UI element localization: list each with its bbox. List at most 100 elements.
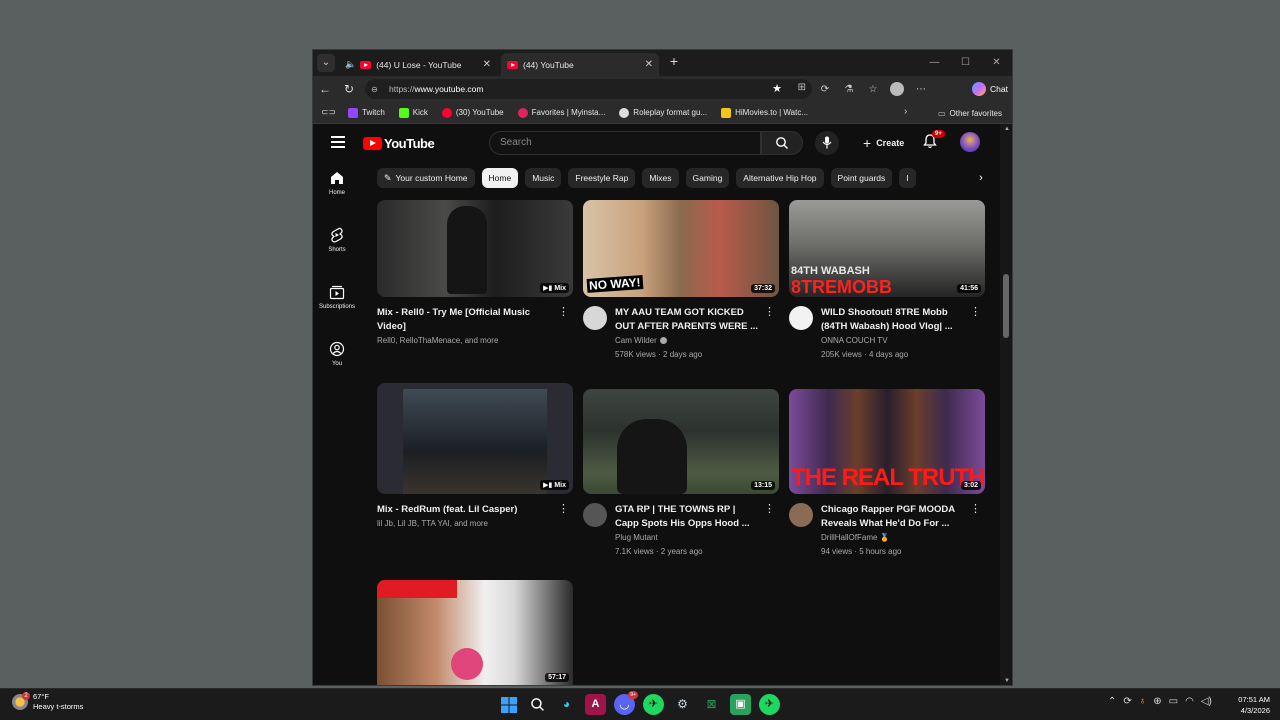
channel-avatar[interactable] [789,503,813,527]
notifications-button[interactable]: 9+ [923,130,945,150]
search-button[interactable] [761,131,803,155]
scroll-down-icon[interactable]: ▼ [1004,678,1010,684]
youtube-logo[interactable]: YouTube [363,136,435,151]
bookmark-twitch[interactable]: Twitch [348,107,385,118]
chip-music[interactable]: Music [525,168,562,188]
more-actions-icon[interactable]: ⋮ [764,503,775,515]
gamepad-icon[interactable]: ⊂⊃ [321,107,336,118]
new-tab-button[interactable]: + [665,53,683,69]
edge-icon[interactable]: ◕ [556,694,577,715]
video-channels[interactable]: Rell0, RelloThaMenace, and more [377,334,573,348]
more-actions-icon[interactable]: ⋮ [764,306,775,318]
bookmark-roleplay[interactable]: Roleplay format gu... [619,107,707,118]
copilot-chat-button[interactable]: Chat [972,80,1008,98]
site-info-icon[interactable]: ⊖ [371,85,383,94]
maximize-button[interactable]: ☐ [950,50,981,76]
refresh-button[interactable]: ↻ [337,82,361,96]
search-input[interactable]: Search [489,131,761,155]
video-title[interactable]: GTA RP | THE TOWNS RP | Capp Spots His O… [583,503,779,531]
video-thumbnail[interactable]: ▶▮ Mix [377,200,573,297]
sidebar-item-you[interactable]: You [313,341,361,390]
sync-icon[interactable]: ⟳ [1123,696,1131,707]
minimize-button[interactable]: — [919,50,950,76]
channel-avatar[interactable] [583,306,607,330]
video-thumbnail[interactable]: NO WAY! 37:32 [583,200,779,297]
display-icon[interactable]: ▭ [1169,696,1178,707]
adobe-icon[interactable]: A [585,694,606,715]
chip-mixes[interactable]: Mixes [642,168,679,188]
profile-icon[interactable] [890,82,904,96]
steam-icon[interactable]: ⚙ [672,694,693,715]
taskbar-search-button[interactable] [527,694,548,715]
discord-icon[interactable]: ◡ 9+ [614,691,638,715]
channel-avatar[interactable] [789,306,813,330]
more-actions-icon[interactable]: ⋮ [558,306,569,318]
channel-name[interactable]: Cam Wilder [583,334,779,348]
more-menu-icon[interactable]: ⋯ [909,84,933,95]
sidebar-item-shorts[interactable]: Shorts [313,227,361,276]
video-title[interactable]: MY AAU TEAM GOT KICKED OUT AFTER PARENTS… [583,306,779,334]
video-card[interactable]: 84TH WABASH 8TREMOBB 41:56 WILD Shootout!… [789,200,985,362]
more-actions-icon[interactable]: ⋮ [558,503,569,515]
url-field[interactable]: ⊖ https://www.youtube.com ⊞ ★ [365,79,812,99]
chip-alternative-hip-hop[interactable]: Alternative Hip Hop [736,168,824,188]
chip-your-custom-home[interactable]: ✎ Your custom Home [377,168,475,188]
app-available-icon[interactable]: ⊞ [798,82,806,93]
video-card[interactable]: THE REAL TRUTH 3:02 Chicago Rapper PGF M… [789,389,985,559]
bookmark-himovies[interactable]: HiMovies.to | Watc... [721,107,808,118]
weather-widget[interactable]: 2 67°F Heavy t-storms [12,692,83,712]
favorite-star-icon[interactable]: ★ [772,82,782,95]
video-thumbnail[interactable]: 13:15 [583,389,779,494]
vpn-icon[interactable]: ⊕ [1153,696,1161,707]
video-thumbnail[interactable]: THE REAL TRUTH 3:02 [789,389,985,494]
voice-search-button[interactable] [815,131,839,155]
channel-name[interactable]: Plug Mutant [583,531,779,545]
android-app-icon[interactable]: ▣ [730,694,751,715]
video-title[interactable]: WILD Shootout! 8TRE Mobb (84TH Wabash) H… [789,306,985,334]
sidebar-item-subscriptions[interactable]: Subscriptions [313,284,361,333]
xbox-icon[interactable]: ⊠ [701,694,722,715]
tab-actions-menu[interactable]: ⌄ [317,54,335,72]
bookmark-favorites[interactable]: Favorites | Myinsta... [517,107,605,118]
video-thumbnail[interactable]: 84TH WABASH 8TREMOBB 41:56 [789,200,985,297]
video-card[interactable]: NO WAY! 37:32 MY AAU TEAM GOT KICKED OUT… [583,200,779,362]
refresh-extension-icon[interactable]: ⟳ [813,84,837,95]
close-window-button[interactable]: ✕ [981,50,1012,76]
more-bookmarks-chevron-icon[interactable]: › [904,106,907,117]
start-button[interactable] [498,694,519,715]
close-tab-icon[interactable]: ✕ [483,59,491,70]
spotify-like-icon[interactable]: ✈ [759,694,780,715]
chip-gaming[interactable]: Gaming [685,168,730,188]
sidebar-item-home[interactable]: Home [313,170,361,219]
more-actions-icon[interactable]: ⋮ [970,306,981,318]
close-tab-icon[interactable]: ✕ [645,59,653,70]
favorites-icon[interactable]: ☆ [861,84,885,95]
tray-overflow-icon[interactable]: ⌃ [1108,696,1116,707]
chip-home[interactable]: Home [481,168,519,188]
create-button[interactable]: + Create [853,131,914,155]
channel-name[interactable]: ONNA COUCH TV [789,334,985,348]
menu-icon[interactable] [331,136,345,148]
wifi-icon[interactable]: ◠ [1185,696,1194,707]
channel-avatar[interactable] [583,503,607,527]
volume-icon[interactable]: ◁) [1201,696,1212,707]
video-title[interactable]: Mix - RedRum (feat. Lil Casper) [377,503,573,517]
video-card[interactable]: 13:15 GTA RP | THE TOWNS RP | Capp Spots… [583,389,779,559]
scrollbar-thumb[interactable] [1003,274,1009,338]
chip-point-guards[interactable]: Point guards [830,168,893,188]
scroll-up-icon[interactable]: ▲ [1004,126,1010,132]
tab-youtube[interactable]: (44) YouTube ✕ [501,53,659,76]
more-actions-icon[interactable]: ⋮ [970,503,981,515]
video-thumbnail[interactable]: ▶▮ Mix [377,383,573,494]
video-thumbnail[interactable]: 57:17 [377,580,573,685]
speaker-icon[interactable]: 🔈 [345,59,356,70]
green-app-icon[interactable]: ✈ [643,694,664,715]
chip-next-partial[interactable]: I [899,168,916,188]
video-card[interactable]: 57:17 [377,580,573,685]
tab-u-lose[interactable]: 🔈 (44) U Lose - YouTube ✕ [339,53,497,76]
mic-icon[interactable]: ♁ [1139,696,1147,707]
account-avatar[interactable] [960,132,980,152]
other-favorites-folder[interactable]: ▭ Other favorites [938,102,1002,124]
scrollbar[interactable]: ▲ ▼ [1000,124,1012,685]
video-title[interactable]: Mix - Rell0 - Try Me [Official Music Vid… [377,306,573,334]
